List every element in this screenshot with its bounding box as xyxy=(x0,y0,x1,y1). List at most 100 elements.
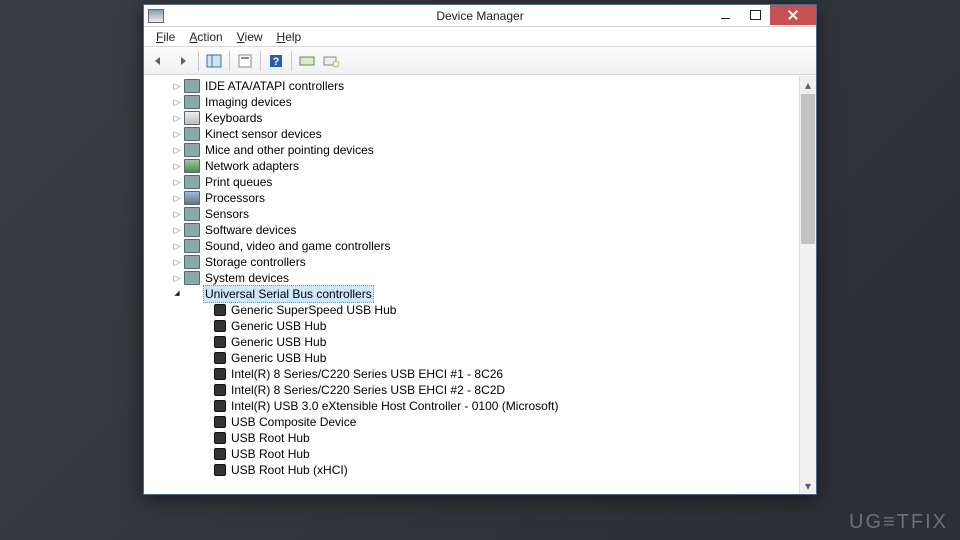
device-category[interactable]: ▷ Kinect sensor devices xyxy=(172,126,816,142)
minimize-button[interactable] xyxy=(710,5,740,25)
expand-arrow-icon[interactable] xyxy=(202,337,212,347)
usb-device-icon xyxy=(214,448,226,460)
device-category[interactable]: ▷System devices xyxy=(172,270,816,286)
expand-arrow-icon[interactable]: ▷ xyxy=(172,177,182,187)
help-icon: ? xyxy=(268,54,284,68)
scroll-up-arrow-icon[interactable]: ▴ xyxy=(800,76,816,93)
category-label: Mice and other pointing devices xyxy=(203,142,376,158)
sys-icon xyxy=(184,271,200,285)
expand-arrow-icon[interactable]: ▷ xyxy=(172,161,182,171)
scan-hardware-button[interactable] xyxy=(296,50,318,72)
nic-icon xyxy=(184,159,200,173)
stor-icon xyxy=(184,255,200,269)
usb-device-icon xyxy=(214,416,226,428)
show-hide-tree-button[interactable] xyxy=(203,50,225,72)
device-item[interactable]: Intel(R) 8 Series/C220 Series USB EHCI #… xyxy=(172,366,816,382)
expand-arrow-icon[interactable]: ▷ xyxy=(172,241,182,251)
collapse-arrow-icon[interactable]: ◢ xyxy=(172,289,182,299)
device-category[interactable]: ▷Sensors xyxy=(172,206,816,222)
console-tree-icon xyxy=(206,54,222,68)
device-category[interactable]: ▷Storage controllers xyxy=(172,254,816,270)
expand-arrow-icon[interactable] xyxy=(202,305,212,315)
device-category[interactable]: ▷ Mice and other pointing devices xyxy=(172,142,816,158)
expand-arrow-icon[interactable] xyxy=(202,433,212,443)
scroll-thumb[interactable] xyxy=(801,94,815,244)
menubar: File Action View Help xyxy=(144,27,816,47)
separator xyxy=(260,51,261,71)
category-label: IDE ATA/ATAPI controllers xyxy=(203,78,346,94)
device-item[interactable]: Generic USB Hub xyxy=(172,334,816,350)
scroll-down-arrow-icon[interactable]: ▾ xyxy=(800,477,816,494)
device-category[interactable]: ▷ Software devices xyxy=(172,222,816,238)
menu-help[interactable]: Help xyxy=(271,29,308,45)
expand-arrow-icon[interactable]: ▷ xyxy=(172,129,182,139)
expand-arrow-icon[interactable]: ▷ xyxy=(172,113,182,123)
expand-arrow-icon[interactable] xyxy=(202,449,212,459)
vertical-scrollbar[interactable]: ▴ ▾ xyxy=(799,76,816,494)
expand-arrow-icon[interactable]: ▷ xyxy=(172,81,182,91)
device-item[interactable]: USB Root Hub (xHCI) xyxy=(172,462,816,478)
cpu-icon xyxy=(184,191,200,205)
device-category[interactable]: ▷Keyboards xyxy=(172,110,816,126)
device-item[interactable]: USB Root Hub xyxy=(172,446,816,462)
device-category[interactable]: ▷Print queues xyxy=(172,174,816,190)
device-item[interactable]: Generic USB Hub xyxy=(172,318,816,334)
device-item[interactable]: Generic USB Hub xyxy=(172,350,816,366)
menu-view[interactable]: View xyxy=(231,29,269,45)
category-label: Software devices xyxy=(203,222,298,238)
forward-arrow-icon xyxy=(176,55,190,67)
device-label: Generic USB Hub xyxy=(229,318,328,334)
device-category[interactable]: ▷Processors xyxy=(172,190,816,206)
device-category[interactable]: ▷Imaging devices xyxy=(172,94,816,110)
help-button[interactable]: ? xyxy=(265,50,287,72)
device-tree[interactable]: ▷ IDE ATA/ATAPI controllers▷Imaging devic… xyxy=(144,76,816,494)
device-item[interactable]: Generic SuperSpeed USB Hub xyxy=(172,302,816,318)
properties-button[interactable] xyxy=(234,50,256,72)
usb-device-icon xyxy=(214,336,226,348)
device-item[interactable]: Intel(R) USB 3.0 eXtensible Host Control… xyxy=(172,398,816,414)
expand-arrow-icon[interactable] xyxy=(202,401,212,411)
kbd-icon xyxy=(184,111,200,125)
expand-arrow-icon[interactable]: ▷ xyxy=(172,97,182,107)
device-item[interactable]: Intel(R) 8 Series/C220 Series USB EHCI #… xyxy=(172,382,816,398)
usb-device-icon xyxy=(214,384,226,396)
device-item[interactable]: USB Root Hub xyxy=(172,430,816,446)
svg-text:?: ? xyxy=(273,56,280,68)
device-label: Generic USB Hub xyxy=(229,350,328,366)
expand-arrow-icon[interactable] xyxy=(202,417,212,427)
scan-hardware-icon xyxy=(299,54,315,68)
expand-arrow-icon[interactable]: ▷ xyxy=(172,257,182,267)
forward-button[interactable] xyxy=(172,50,194,72)
expand-arrow-icon[interactable]: ▷ xyxy=(172,193,182,203)
img-icon xyxy=(184,95,200,109)
expand-arrow-icon[interactable]: ▷ xyxy=(172,209,182,219)
category-label: Universal Serial Bus controllers xyxy=(203,285,374,303)
usb-device-icon xyxy=(214,464,226,476)
menu-action[interactable]: Action xyxy=(183,29,228,45)
prn-icon xyxy=(184,175,200,189)
expand-arrow-icon[interactable] xyxy=(202,321,212,331)
titlebar[interactable]: Device Manager xyxy=(144,5,816,27)
device-category[interactable]: ▷ IDE ATA/ATAPI controllers xyxy=(172,78,816,94)
expand-arrow-icon[interactable]: ▷ xyxy=(172,145,182,155)
close-button[interactable] xyxy=(770,5,816,25)
device-category[interactable]: ▷Sound, video and game controllers xyxy=(172,238,816,254)
device-item[interactable]: USB Composite Device xyxy=(172,414,816,430)
usb-device-icon xyxy=(214,352,226,364)
device-category[interactable]: ▷Network adapters xyxy=(172,158,816,174)
toolbar-extra-button[interactable] xyxy=(320,50,342,72)
expand-arrow-icon[interactable] xyxy=(202,369,212,379)
sen-icon xyxy=(184,207,200,221)
device-label: USB Root Hub (xHCI) xyxy=(229,462,350,478)
device-category[interactable]: ◢ Universal Serial Bus controllers xyxy=(172,286,816,302)
expand-arrow-icon[interactable] xyxy=(202,385,212,395)
expand-arrow-icon[interactable]: ▷ xyxy=(172,225,182,235)
menu-file[interactable]: File xyxy=(150,29,181,45)
back-button[interactable] xyxy=(148,50,170,72)
device-label: USB Root Hub xyxy=(229,430,312,446)
expand-arrow-icon[interactable] xyxy=(202,353,212,363)
expand-arrow-icon[interactable] xyxy=(202,465,212,475)
expand-arrow-icon[interactable]: ▷ xyxy=(172,273,182,283)
category-label: Kinect sensor devices xyxy=(203,126,324,142)
maximize-button[interactable] xyxy=(740,5,770,25)
